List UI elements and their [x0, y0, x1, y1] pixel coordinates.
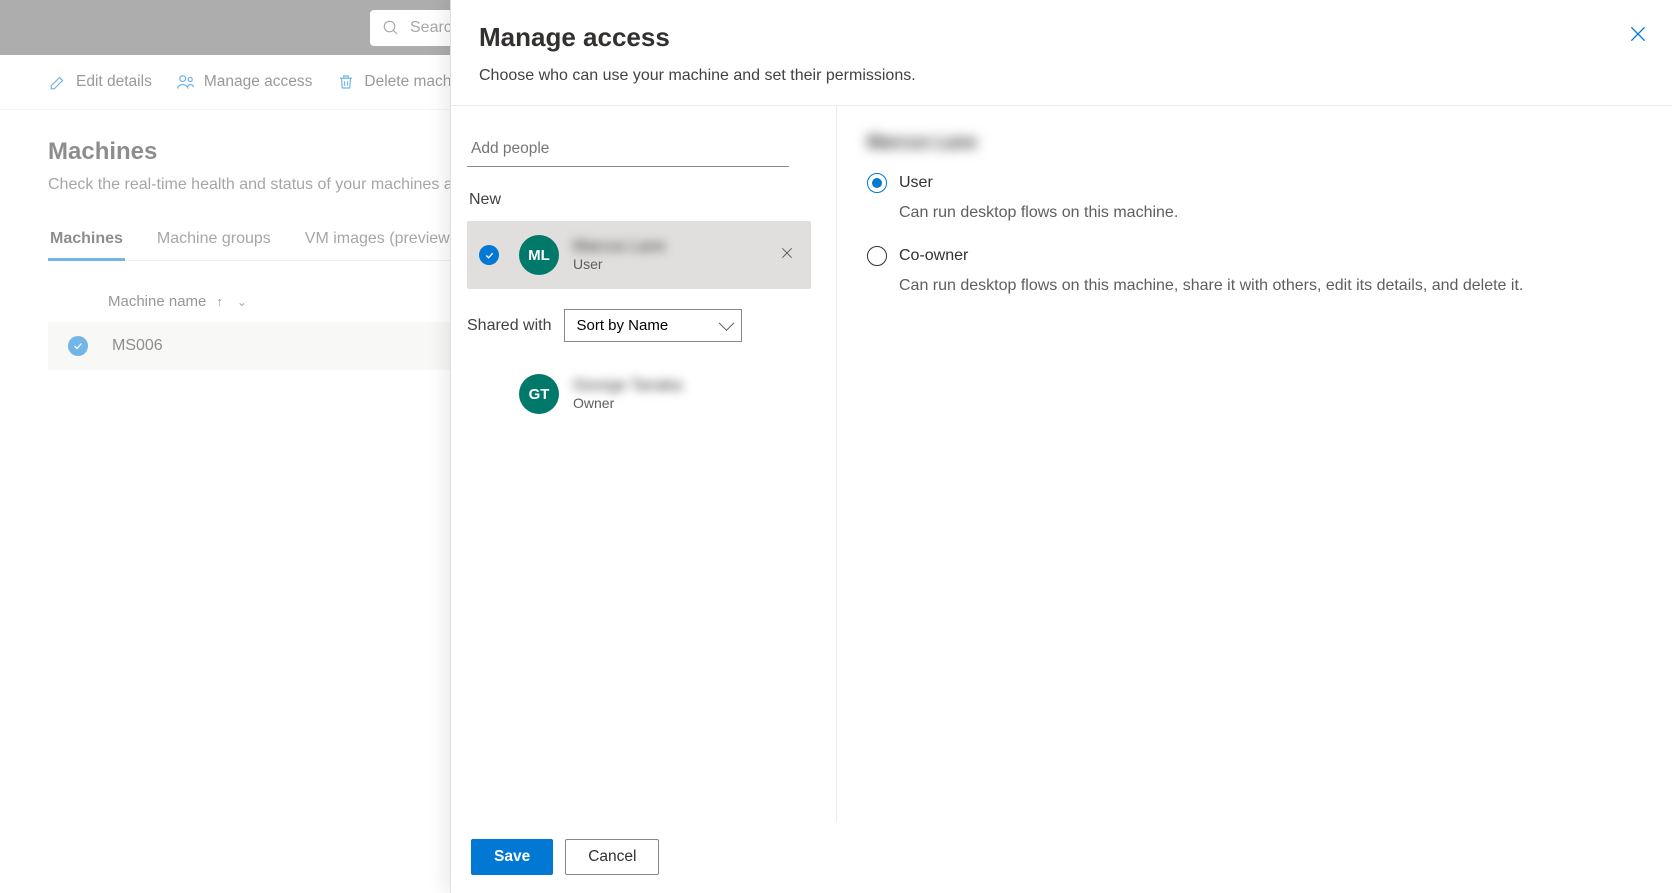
role-user-description: Can run desktop flows on this machine. [899, 201, 1642, 224]
panel-header: Manage access Choose who can use your ma… [451, 0, 1672, 106]
manage-access-panel: Manage access Choose who can use your ma… [450, 0, 1672, 893]
cancel-button[interactable]: Cancel [565, 839, 659, 875]
tab-machines[interactable]: Machines [48, 220, 125, 260]
column-label: Machine name [108, 293, 206, 310]
person-role: User [573, 256, 775, 272]
avatar: GT [519, 374, 559, 414]
radio-unchecked-icon [867, 246, 887, 266]
selected-person-name: Marcus Lane [867, 132, 1642, 153]
row-machine-name: MS006 [112, 337, 163, 355]
row-checkbox-checked[interactable] [68, 336, 88, 356]
radio-row[interactable]: User [867, 173, 1642, 193]
edit-details-button[interactable]: Edit details [48, 72, 152, 92]
add-people-input[interactable] [467, 132, 789, 167]
role-option-user[interactable]: User Can run desktop flows on this machi… [867, 173, 1642, 224]
sort-by-select[interactable]: Sort by Name [564, 309, 742, 342]
avatar: ML [519, 235, 559, 275]
close-icon [1628, 24, 1648, 44]
person-role: Owner [573, 395, 799, 411]
person-row-shared[interactable]: GT George Tanaka Owner [467, 360, 811, 428]
remove-person-button[interactable] [775, 241, 799, 270]
person-name: George Tanaka [573, 377, 799, 395]
chevron-down-icon: ⌄ [237, 295, 247, 309]
person-info: George Tanaka Owner [573, 377, 799, 411]
role-option-coowner[interactable]: Co-owner Can run desktop flows on this m… [867, 246, 1642, 297]
close-panel-button[interactable] [1628, 24, 1648, 44]
trash-icon [336, 72, 356, 92]
people-icon [176, 72, 196, 92]
close-icon [779, 245, 795, 261]
save-button[interactable]: Save [471, 839, 553, 875]
shared-with-header: Shared with Sort by Name [467, 309, 820, 342]
sort-asc-icon: ↑ [216, 294, 223, 309]
role-coowner-description: Can run desktop flows on this machine, s… [899, 274, 1642, 297]
tab-machine-groups[interactable]: Machine groups [155, 220, 273, 260]
sort-select-wrap: Sort by Name [564, 309, 742, 342]
shared-with-label: Shared with [467, 317, 552, 335]
permissions-column: Marcus Lane User Can run desktop flows o… [837, 106, 1672, 821]
radio-checked-icon [867, 173, 887, 193]
panel-title: Manage access [479, 22, 1644, 53]
panel-body: New ML Marcus Lane User Shared with [451, 106, 1672, 821]
edit-details-label: Edit details [76, 73, 152, 91]
radio-row[interactable]: Co-owner [867, 246, 1642, 266]
people-column: New ML Marcus Lane User Shared with [451, 106, 837, 821]
role-coowner-label: Co-owner [899, 247, 968, 265]
selection-check-icon [479, 245, 499, 265]
panel-footer: Save Cancel [451, 821, 1672, 893]
role-user-label: User [899, 174, 933, 192]
manage-access-label: Manage access [204, 73, 313, 91]
manage-access-button[interactable]: Manage access [176, 72, 313, 92]
panel-subtitle: Choose who can use your machine and set … [479, 67, 1644, 85]
tab-vm-images[interactable]: VM images (preview) [303, 220, 457, 260]
pencil-icon [48, 72, 68, 92]
person-row-new[interactable]: ML Marcus Lane User [467, 221, 811, 289]
person-name: Marcus Lane [573, 238, 775, 256]
section-new-label: New [469, 191, 820, 209]
person-info: Marcus Lane User [573, 238, 775, 272]
search-icon [382, 19, 400, 37]
